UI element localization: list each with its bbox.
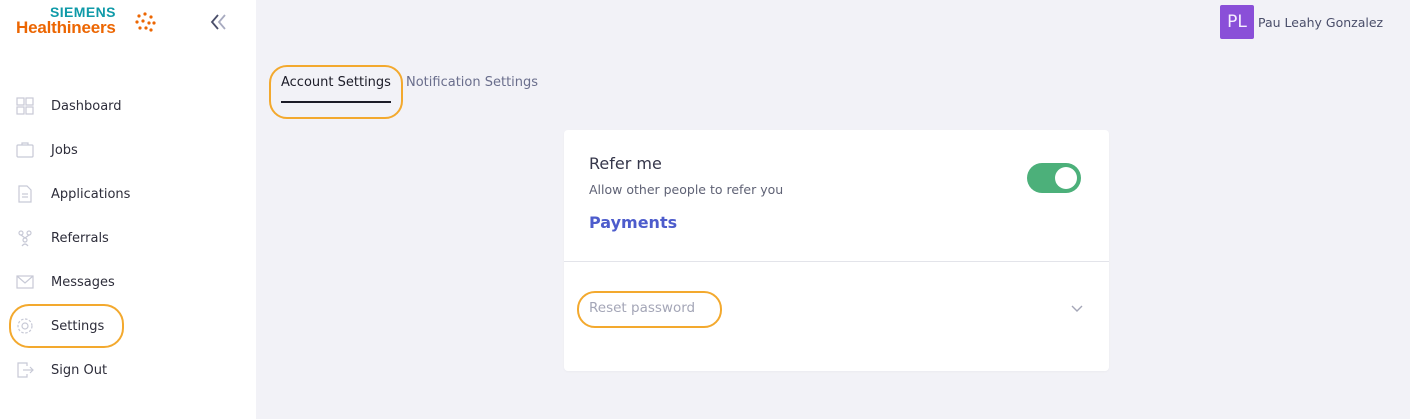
referrals-icon: [15, 228, 35, 248]
dashboard-icon: [15, 96, 35, 116]
sidebar-item-label: Dashboard: [51, 98, 122, 114]
gear-icon: [15, 316, 35, 336]
sidebar-item-settings[interactable]: Settings: [0, 304, 256, 348]
sidebar-item-applications[interactable]: Applications: [0, 172, 256, 216]
sidebar-item-referrals[interactable]: Referrals: [0, 216, 256, 260]
logo-healthineers-text: Healthineers: [16, 18, 116, 37]
refer-me-toggle[interactable]: [1027, 163, 1081, 193]
account-settings-card: Refer me Allow other people to refer you…: [564, 130, 1109, 371]
logo-dots-icon: [135, 12, 156, 32]
sidebar-item-sign-out[interactable]: Sign Out: [0, 348, 256, 392]
sidebar-item-label: Jobs: [51, 142, 78, 158]
sidebar-item-label: Settings: [51, 318, 105, 334]
account-tab-highlight-outline: [269, 65, 403, 119]
collapse-sidebar-icon[interactable]: [209, 12, 231, 32]
briefcase-icon: [15, 140, 35, 160]
sidebar-item-dashboard[interactable]: Dashboard: [0, 84, 256, 128]
card-divider: [564, 261, 1109, 262]
sidebar-item-messages[interactable]: Messages: [0, 260, 256, 304]
chevron-down-icon[interactable]: [1070, 302, 1084, 316]
avatar: PL: [1220, 5, 1254, 39]
sidebar-item-jobs[interactable]: Jobs: [0, 128, 256, 172]
tab-account-settings[interactable]: Account Settings: [281, 75, 391, 90]
toggle-knob: [1055, 167, 1077, 189]
siemens-healthineers-logo: SIEMENS Healthineers: [16, 4, 161, 44]
user-name: Pau Leahy Gonzalez: [1258, 14, 1384, 30]
tab-notification-settings[interactable]: Notification Settings: [406, 75, 538, 90]
envelope-icon: [15, 272, 35, 292]
active-tab-underline: [281, 101, 391, 103]
sidebar-item-label: Applications: [51, 186, 131, 202]
document-icon: [15, 184, 35, 204]
refer-me-subtitle: Allow other people to refer you: [589, 182, 784, 197]
reset-password-toggle[interactable]: Reset password: [589, 300, 695, 316]
sidebar: SIEMENS Healthineers Dashboard Jobs Appl…: [0, 0, 256, 419]
sign-out-icon: [15, 360, 35, 380]
sidebar-item-label: Referrals: [51, 230, 109, 246]
sidebar-item-label: Messages: [51, 274, 115, 290]
payments-link[interactable]: Payments: [589, 213, 677, 232]
sidebar-item-label: Sign Out: [51, 362, 108, 378]
refer-me-title: Refer me: [589, 154, 662, 173]
user-menu[interactable]: PL Pau Leahy Gonzalez: [1220, 5, 1383, 39]
